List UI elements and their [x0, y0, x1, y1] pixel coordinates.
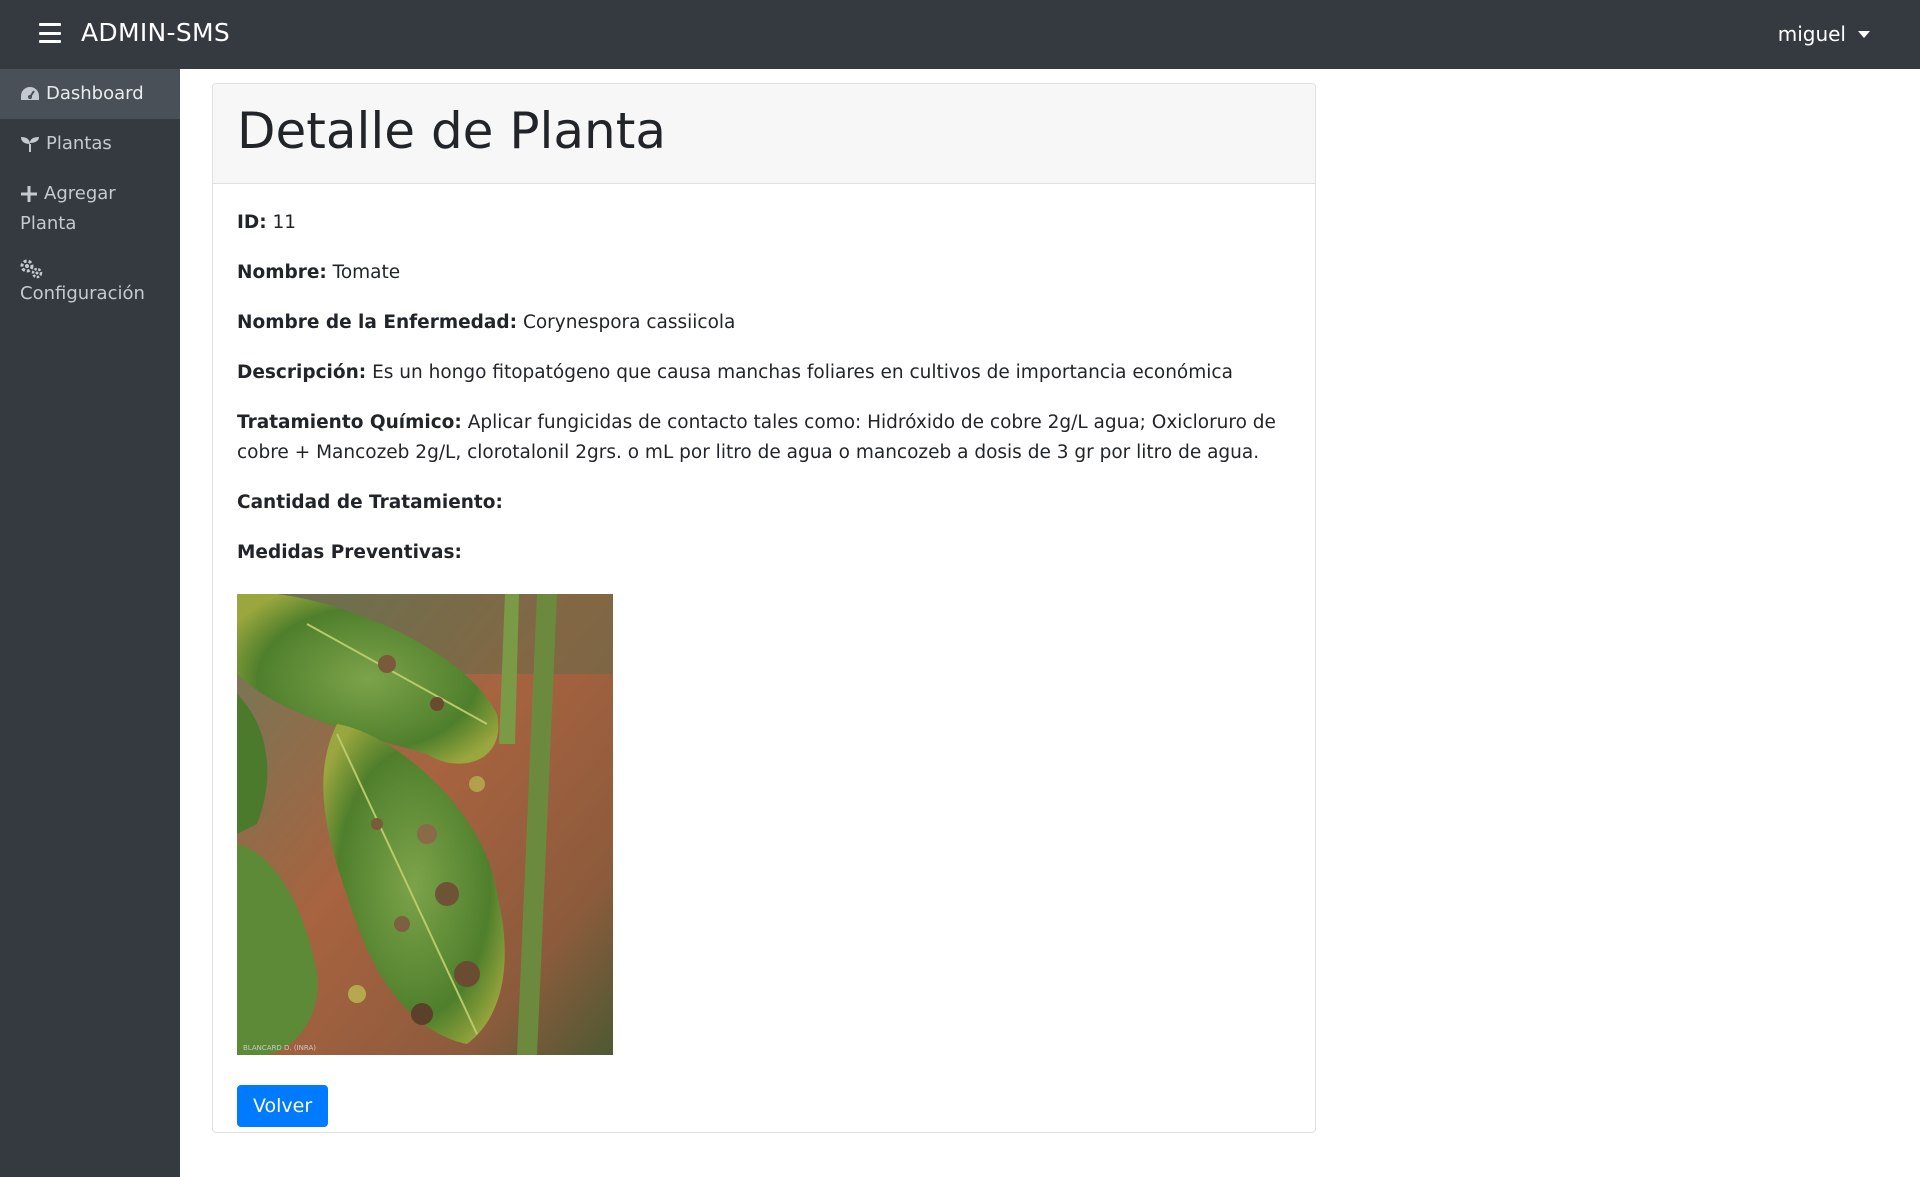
- sidebar: Dashboard Plantas Agregar Planta Configu…: [0, 69, 180, 1177]
- field-cantidad-tratamiento: Cantidad de Tratamiento:: [237, 488, 1291, 518]
- menu-toggle-icon[interactable]: [39, 23, 61, 43]
- back-button[interactable]: Volver: [237, 1085, 329, 1127]
- sidebar-item-label: Plantas: [46, 133, 112, 154]
- caret-down-icon: [1858, 30, 1870, 38]
- field-value: Es un hongo fitopatógeno que causa manch…: [372, 362, 1233, 383]
- plus-icon: [20, 185, 38, 203]
- field-label: Cantidad de Tratamiento:: [237, 492, 503, 513]
- field-value: Tomate: [332, 262, 401, 283]
- sidebar-item-dashboard[interactable]: Dashboard: [0, 69, 180, 119]
- page-title: Detalle de Planta: [237, 102, 666, 160]
- plant-detail-card: Detalle de Planta ID: 11 Nombre: Tomate …: [212, 83, 1316, 1133]
- image-credit: BLANCARD D. (INRA): [243, 1044, 317, 1052]
- field-descripcion: Descripción: Es un hongo fitopatógeno qu…: [237, 358, 1291, 388]
- card-body: ID: 11 Nombre: Tomate Nombre de la Enfer…: [213, 184, 1315, 1151]
- user-name: miguel: [1777, 22, 1846, 46]
- field-value: Corynespora cassiicola: [522, 312, 736, 333]
- top-navbar: ADMIN-SMS miguel: [0, 0, 1920, 69]
- seedling-icon: [20, 136, 40, 152]
- user-dropdown[interactable]: miguel: [1778, 22, 1870, 46]
- brand-title[interactable]: ADMIN-SMS: [81, 18, 230, 47]
- tachometer-icon: [20, 86, 40, 102]
- field-label: Nombre de la Enfermedad:: [237, 312, 518, 333]
- field-id: ID: 11: [237, 208, 1291, 238]
- field-label: Medidas Preventivas:: [237, 542, 462, 563]
- field-value: 11: [272, 212, 297, 233]
- field-tratamiento-quimico: Tratamiento Químico: Aplicar fungicidas …: [237, 408, 1291, 468]
- sidebar-item-agregar-planta[interactable]: Agregar Planta: [0, 169, 180, 249]
- field-medidas-preventivas: Medidas Preventivas:: [237, 538, 1291, 568]
- card-header: Detalle de Planta: [213, 84, 1315, 184]
- sidebar-item-configuracion[interactable]: Configuración: [0, 249, 180, 319]
- cogs-icon: [20, 259, 154, 279]
- main-content: Detalle de Planta ID: 11 Nombre: Tomate …: [180, 69, 1920, 1177]
- field-label: Tratamiento Químico:: [237, 412, 462, 433]
- field-label: Descripción:: [237, 362, 367, 383]
- field-nombre: Nombre: Tomate: [237, 258, 1291, 288]
- field-enfermedad: Nombre de la Enfermedad: Corynespora cas…: [237, 308, 1291, 338]
- sidebar-item-plantas[interactable]: Plantas: [0, 119, 180, 169]
- sidebar-item-label: Configuración: [20, 283, 145, 304]
- sidebar-item-label: Dashboard: [46, 83, 144, 104]
- field-label: ID:: [237, 212, 267, 233]
- field-label: Nombre:: [237, 262, 327, 283]
- plant-image: BLANCARD D. (INRA): [237, 594, 613, 1055]
- plant-photo-illustration: [237, 594, 613, 1055]
